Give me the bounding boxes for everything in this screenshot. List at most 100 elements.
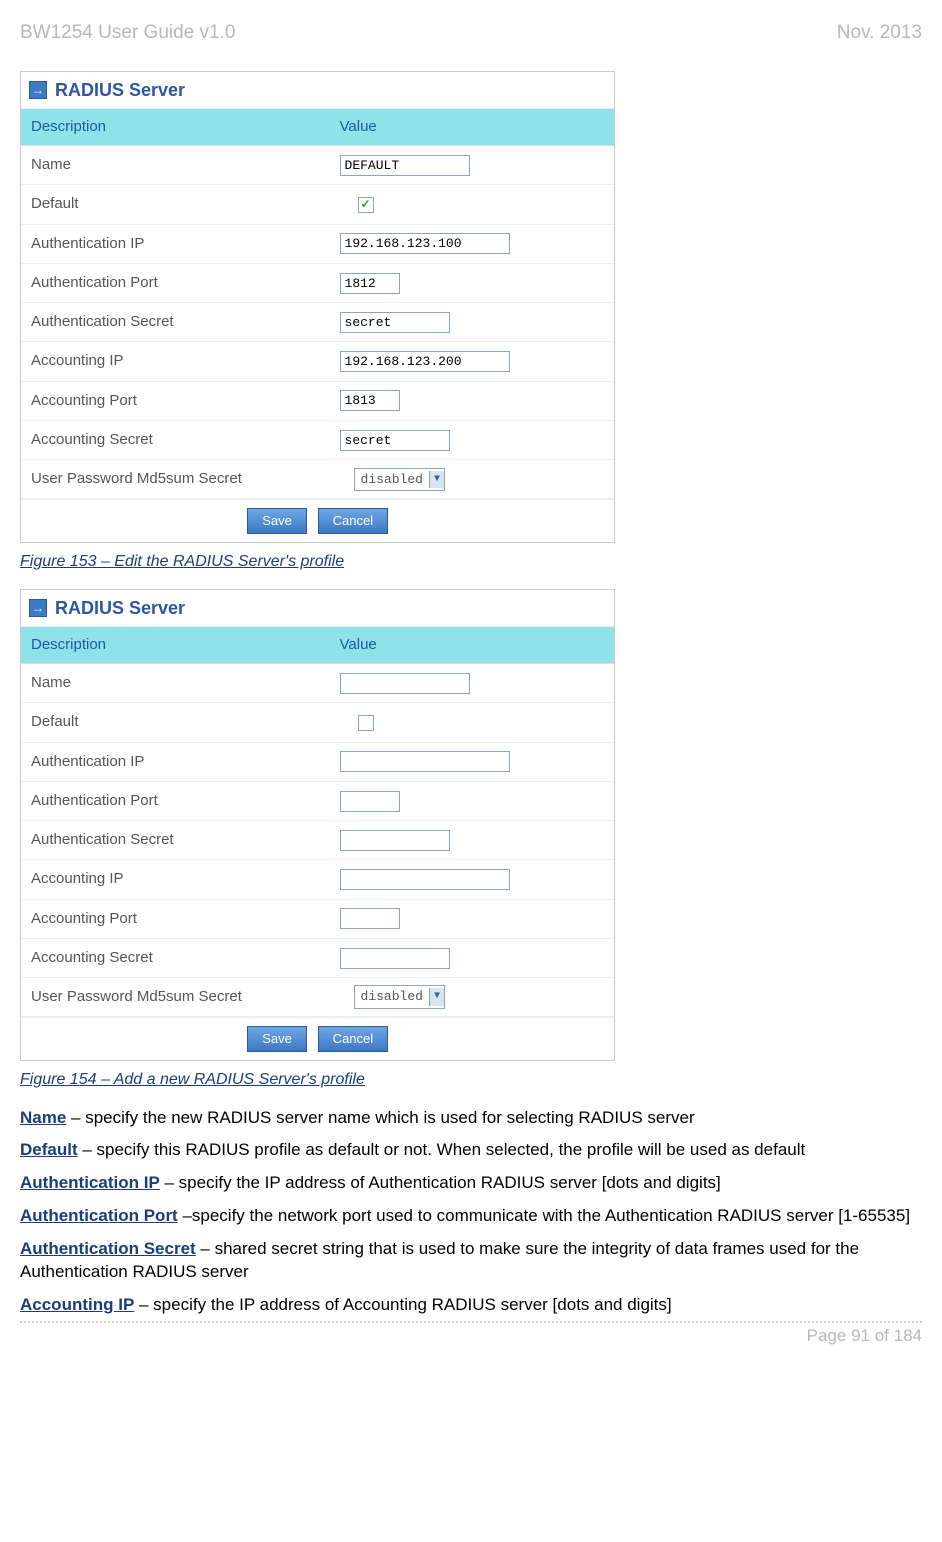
- row-acct-secret: Accounting Secret: [21, 421, 614, 460]
- term-auth-port: Authentication Port: [20, 1206, 178, 1225]
- acct-port-input[interactable]: [340, 390, 400, 411]
- def-auth-secret: Authentication Secret – shared secret st…: [20, 1238, 922, 1284]
- md5-select-value: disabled: [355, 469, 429, 491]
- label-acct-secret: Accounting Secret: [21, 421, 330, 459]
- label-acct-port: Accounting Port: [21, 900, 330, 938]
- row-name: Name: [21, 664, 614, 703]
- guide-title: BW1254 User Guide v1.0: [20, 20, 235, 46]
- row-name: Name: [21, 146, 614, 185]
- acct-ip-input[interactable]: [340, 869, 510, 890]
- label-name: Name: [21, 146, 330, 184]
- label-default: Default: [21, 185, 330, 223]
- label-md5: User Password Md5sum Secret: [21, 978, 330, 1016]
- chevron-down-icon: ▼: [429, 471, 444, 489]
- figure-154-caption: Figure 154 – Add a new RADIUS Server's p…: [20, 1069, 922, 1091]
- md5-select-value: disabled: [355, 986, 429, 1008]
- auth-ip-input[interactable]: [340, 751, 510, 772]
- text-auth-ip: – specify the IP address of Authenticati…: [160, 1173, 721, 1192]
- label-auth-secret: Authentication Secret: [21, 821, 330, 859]
- arrow-right-icon: →: [29, 81, 47, 99]
- row-auth-port: Authentication Port: [21, 264, 614, 303]
- arrow-right-icon: →: [29, 599, 47, 617]
- page-footer: Page 91 of 184: [20, 1321, 922, 1348]
- body-definitions: Name – specify the new RADIUS server nam…: [20, 1107, 922, 1318]
- def-acct-ip: Accounting IP – specify the IP address o…: [20, 1294, 922, 1317]
- row-auth-ip: Authentication IP: [21, 743, 614, 782]
- default-checkbox[interactable]: ✓: [358, 197, 374, 213]
- figure-153-caption: Figure 153 – Edit the RADIUS Server's pr…: [20, 551, 922, 573]
- row-acct-ip: Accounting IP: [21, 342, 614, 381]
- label-auth-port: Authentication Port: [21, 782, 330, 820]
- auth-port-input[interactable]: [340, 791, 400, 812]
- term-default: Default: [20, 1140, 78, 1159]
- button-row: Save Cancel: [21, 1017, 614, 1060]
- md5-select[interactable]: disabled ▼: [354, 985, 445, 1009]
- save-button[interactable]: Save: [247, 508, 307, 534]
- label-md5: User Password Md5sum Secret: [21, 460, 330, 498]
- default-checkbox[interactable]: [358, 715, 374, 731]
- name-input[interactable]: [340, 673, 470, 694]
- acct-ip-input[interactable]: [340, 351, 510, 372]
- def-name: Name – specify the new RADIUS server nam…: [20, 1107, 922, 1130]
- term-name: Name: [20, 1108, 66, 1127]
- text-acct-ip: – specify the IP address of Accounting R…: [134, 1295, 671, 1314]
- text-auth-port: –specify the network port used to commun…: [178, 1206, 910, 1225]
- button-row: Save Cancel: [21, 499, 614, 542]
- cancel-button[interactable]: Cancel: [318, 508, 388, 534]
- row-default: Default ✓: [21, 185, 614, 224]
- auth-port-input[interactable]: [340, 273, 400, 294]
- label-acct-ip: Accounting IP: [21, 860, 330, 898]
- def-auth-port: Authentication Port –specify the network…: [20, 1205, 922, 1228]
- chevron-down-icon: ▼: [429, 988, 444, 1006]
- column-header-value: Value: [330, 627, 615, 663]
- column-header-value: Value: [330, 109, 615, 145]
- row-auth-secret: Authentication Secret: [21, 303, 614, 342]
- label-auth-ip: Authentication IP: [21, 743, 330, 781]
- acct-port-input[interactable]: [340, 908, 400, 929]
- column-header-description: Description: [21, 109, 330, 145]
- panel-title-text: RADIUS Server: [55, 596, 185, 620]
- label-auth-ip: Authentication IP: [21, 225, 330, 263]
- text-name: – specify the new RADIUS server name whi…: [66, 1108, 694, 1127]
- row-auth-port: Authentication Port: [21, 782, 614, 821]
- md5-select[interactable]: disabled ▼: [354, 468, 445, 492]
- row-auth-ip: Authentication IP: [21, 225, 614, 264]
- label-acct-ip: Accounting IP: [21, 342, 330, 380]
- column-header-row: Description Value: [21, 627, 614, 664]
- def-auth-ip: Authentication IP – specify the IP addre…: [20, 1172, 922, 1195]
- save-button[interactable]: Save: [247, 1026, 307, 1052]
- label-default: Default: [21, 703, 330, 741]
- radius-server-edit-panel: → RADIUS Server Description Value Name D…: [20, 71, 615, 543]
- label-acct-secret: Accounting Secret: [21, 939, 330, 977]
- column-header-description: Description: [21, 627, 330, 663]
- auth-secret-input[interactable]: [340, 312, 450, 333]
- acct-secret-input[interactable]: [340, 430, 450, 451]
- label-auth-secret: Authentication Secret: [21, 303, 330, 341]
- panel-title-bar: → RADIUS Server: [21, 72, 614, 109]
- acct-secret-input[interactable]: [340, 948, 450, 969]
- panel-title-text: RADIUS Server: [55, 78, 185, 102]
- row-acct-ip: Accounting IP: [21, 860, 614, 899]
- auth-secret-input[interactable]: [340, 830, 450, 851]
- term-auth-ip: Authentication IP: [20, 1173, 160, 1192]
- term-auth-secret: Authentication Secret: [20, 1239, 196, 1258]
- text-default: – specify this RADIUS profile as default…: [78, 1140, 806, 1159]
- auth-ip-input[interactable]: [340, 233, 510, 254]
- cancel-button[interactable]: Cancel: [318, 1026, 388, 1052]
- row-md5: User Password Md5sum Secret disabled ▼: [21, 978, 614, 1017]
- radius-server-add-panel: → RADIUS Server Description Value Name D…: [20, 589, 615, 1061]
- label-name: Name: [21, 664, 330, 702]
- def-default: Default – specify this RADIUS profile as…: [20, 1139, 922, 1162]
- term-acct-ip: Accounting IP: [20, 1295, 134, 1314]
- label-acct-port: Accounting Port: [21, 382, 330, 420]
- page-number: Page 91 of 184: [807, 1326, 922, 1345]
- row-acct-port: Accounting Port: [21, 382, 614, 421]
- row-default: Default: [21, 703, 614, 742]
- row-acct-secret: Accounting Secret: [21, 939, 614, 978]
- panel-title-bar: → RADIUS Server: [21, 590, 614, 627]
- row-acct-port: Accounting Port: [21, 900, 614, 939]
- column-header-row: Description Value: [21, 109, 614, 146]
- name-input[interactable]: [340, 155, 470, 176]
- row-auth-secret: Authentication Secret: [21, 821, 614, 860]
- guide-date: Nov. 2013: [837, 20, 922, 46]
